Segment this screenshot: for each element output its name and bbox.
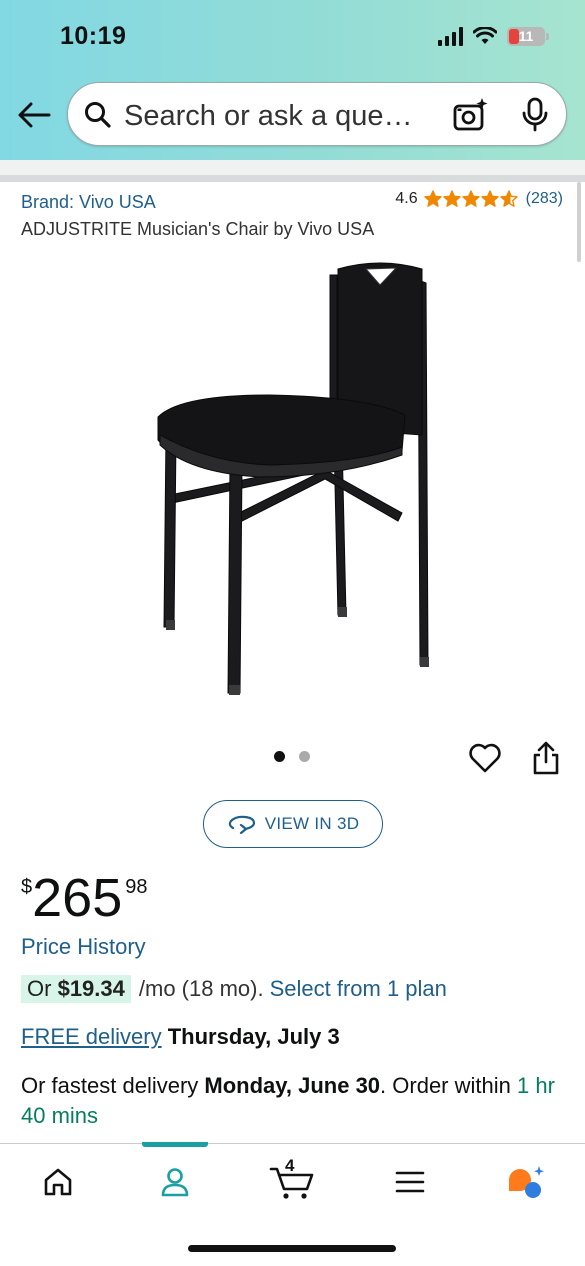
product-image[interactable] (140, 255, 440, 700)
nav-home[interactable] (28, 1162, 88, 1202)
nav-active-indicator (142, 1142, 208, 1147)
search-input[interactable]: Search or ask a que… (124, 100, 413, 133)
battery-icon: 11 (507, 26, 549, 46)
price: $ 265 98 (21, 868, 147, 928)
scrollbar[interactable] (577, 182, 581, 262)
menu-icon (395, 1171, 425, 1193)
heart-icon[interactable] (467, 740, 503, 776)
nav-account[interactable] (145, 1162, 205, 1202)
fastest-delivery: Or fastest delivery Monday, June 30. Ord… (21, 1071, 566, 1131)
rating-stars (423, 190, 518, 208)
star-icon (442, 190, 461, 207)
price-currency: $ (21, 876, 33, 898)
nav-cart[interactable]: 4 (262, 1156, 322, 1202)
delivery-date: Thursday, July 3 (167, 1024, 340, 1049)
assistant-icon (509, 1166, 544, 1198)
camera-icon[interactable] (452, 97, 488, 133)
app-header: 10:19 11 Search or ask a que… (0, 0, 585, 160)
select-plan-link[interactable]: Select from 1 plan (270, 976, 447, 1002)
status-time: 10:19 (60, 22, 127, 50)
cart-count: 4 (285, 1156, 295, 1175)
back-arrow-icon (18, 102, 51, 128)
nav-assistant[interactable] (495, 1162, 555, 1202)
rating-count[interactable]: (283) (526, 190, 563, 208)
signal-icon (438, 26, 463, 46)
star-icon (499, 190, 518, 207)
carousel-dots[interactable] (274, 751, 310, 762)
free-delivery-link[interactable]: FREE delivery (21, 1024, 162, 1049)
divider-strip (0, 160, 585, 182)
free-delivery: FREE delivery Thursday, July 3 (21, 1024, 340, 1050)
rating-value: 4.6 (395, 190, 418, 207)
battery-level: 11 (518, 28, 534, 44)
star-icon (423, 190, 442, 207)
fastest-date: Monday, June 30 (204, 1073, 381, 1098)
home-icon (44, 1168, 72, 1196)
rotate-3d-icon (228, 815, 255, 834)
back-button[interactable] (14, 95, 54, 135)
fastest-middle: . Order within (380, 1073, 511, 1098)
installment-prefix: Or (27, 976, 52, 1001)
account-icon (161, 1168, 189, 1197)
installment-term: /mo (18 mo). (138, 976, 264, 1001)
view-in-3d-label: VIEW IN 3D (264, 814, 360, 833)
price-history-link[interactable]: Price History (21, 934, 146, 960)
installment-chip: Or $19.34 (21, 975, 131, 1003)
product-title: ADJUSTRITE Musician's Chair by Vivo USA (21, 219, 375, 239)
rating-summary[interactable]: 4.6 (283) (395, 190, 563, 208)
carousel-dot-active[interactable] (274, 751, 285, 762)
view-in-3d-button[interactable]: VIEW IN 3D (203, 800, 383, 848)
installment-offer: Or $19.34 /mo (18 mo). Select from 1 pla… (21, 975, 447, 1003)
mic-icon[interactable] (520, 97, 550, 133)
installment-amount: $19.34 (57, 976, 125, 1001)
wifi-icon (473, 27, 497, 44)
fastest-prefix: Or fastest delivery (21, 1073, 199, 1098)
home-indicator[interactable] (188, 1245, 396, 1252)
search-bar[interactable]: Search or ask a que… (67, 82, 567, 146)
brand-link[interactable]: Brand: Vivo USA (21, 192, 156, 213)
price-whole: 265 (32, 868, 123, 928)
nav-menu[interactable] (380, 1162, 440, 1202)
status-icons: 11 (438, 26, 549, 46)
star-icon (461, 190, 480, 207)
star-icon (480, 190, 499, 207)
share-icon[interactable] (530, 740, 562, 776)
price-fraction: 98 (125, 876, 148, 898)
carousel-dot[interactable] (299, 751, 310, 762)
search-icon (85, 102, 111, 128)
